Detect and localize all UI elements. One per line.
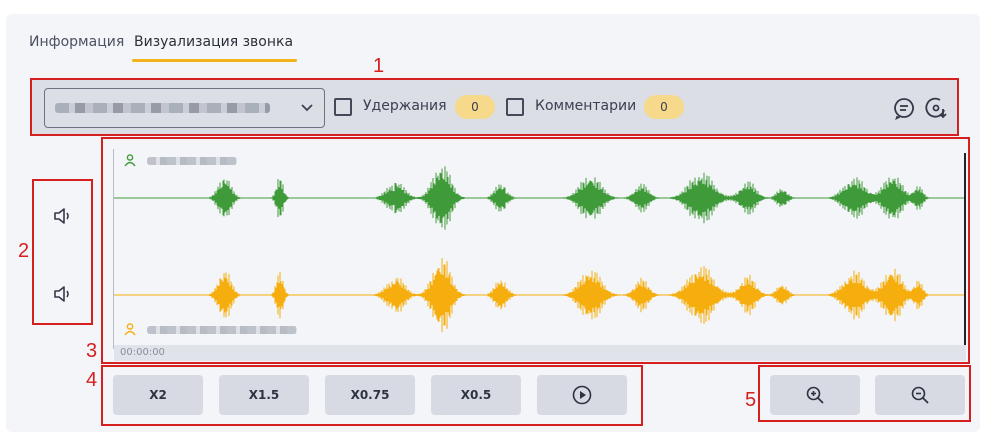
speed-x1.5-button[interactable]: X1.5 bbox=[219, 375, 309, 415]
call-toolbar: Удержания 0 Комментарии 0 bbox=[30, 78, 959, 136]
annotation-1: 1 bbox=[373, 55, 385, 77]
timecode: 00:00:00 bbox=[120, 347, 165, 358]
channel-volume-controls bbox=[32, 179, 93, 325]
speed-x2-button[interactable]: X2 bbox=[113, 375, 203, 415]
zoom-out-icon bbox=[911, 386, 929, 404]
play-button[interactable] bbox=[537, 375, 627, 415]
channel-2-waveform bbox=[114, 258, 965, 332]
active-tab-indicator bbox=[132, 59, 297, 62]
annotation-3: 3 bbox=[86, 340, 98, 362]
holds-count-badge: 0 bbox=[455, 95, 495, 119]
zoom-in-icon bbox=[806, 386, 824, 404]
zoom-in-button[interactable] bbox=[770, 375, 860, 415]
playhead-cursor[interactable] bbox=[964, 153, 966, 345]
waveform-svg bbox=[114, 166, 965, 332]
comments-count-badge: 0 bbox=[644, 95, 684, 119]
waveform-panel: 00:00:00 bbox=[101, 137, 970, 364]
comment-icon[interactable] bbox=[892, 96, 916, 120]
file-select[interactable] bbox=[44, 88, 325, 128]
speed-x0.5-button[interactable]: X0.5 bbox=[431, 375, 521, 415]
speaker-icon[interactable] bbox=[51, 283, 73, 305]
play-icon bbox=[572, 385, 592, 405]
holds-checkbox[interactable] bbox=[334, 98, 352, 116]
timeline-bar[interactable]: 00:00:00 bbox=[114, 345, 966, 361]
file-name-blurred bbox=[55, 103, 270, 113]
annotation-5: 5 bbox=[745, 389, 757, 411]
playback-speed-controls: X2 X1.5 X0.75 X0.5 bbox=[101, 365, 643, 426]
comments-label: Комментарии bbox=[535, 98, 637, 114]
speed-x0.75-button[interactable]: X0.75 bbox=[325, 375, 415, 415]
waveform-area[interactable] bbox=[113, 149, 966, 349]
person-icon bbox=[124, 323, 136, 336]
tab-information[interactable]: Информация bbox=[29, 34, 124, 50]
chevron-down-icon bbox=[301, 104, 313, 112]
speaker-2-name-blurred bbox=[147, 326, 297, 334]
speaker-icon[interactable] bbox=[51, 205, 73, 227]
holds-label: Удержания bbox=[363, 98, 447, 114]
tab-call-visualization[interactable]: Визуализация звонка bbox=[134, 34, 293, 50]
zoom-controls bbox=[758, 365, 971, 422]
channel-1-waveform bbox=[114, 166, 965, 230]
annotation-2: 2 bbox=[18, 240, 30, 262]
zoom-out-button[interactable] bbox=[875, 375, 965, 415]
annotation-4: 4 bbox=[86, 369, 98, 391]
comments-checkbox[interactable] bbox=[506, 98, 524, 116]
download-icon[interactable] bbox=[924, 96, 948, 120]
